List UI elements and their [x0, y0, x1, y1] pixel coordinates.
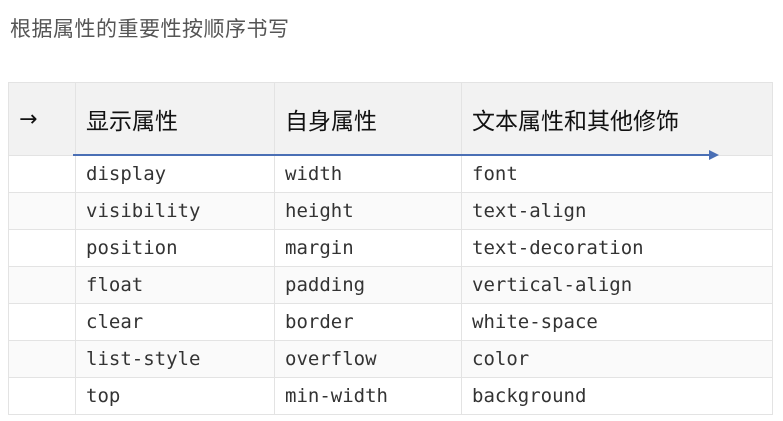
arrow-marker: →: [8, 82, 76, 156]
row-index-cell: [8, 377, 76, 415]
table-cell: text-align: [461, 192, 773, 230]
order-arrow-icon: [73, 150, 719, 160]
header-text-properties: 文本属性和其他修饰: [461, 82, 773, 156]
table-cell: clear: [75, 303, 275, 341]
header-self-properties: 自身属性: [274, 82, 462, 156]
table-row: position margin text-decoration: [8, 229, 773, 267]
table-cell: position: [75, 229, 275, 267]
table-header-row: → 显示属性 自身属性 文本属性和其他修饰: [8, 82, 773, 156]
table-cell: float: [75, 266, 275, 304]
table-row: list-style overflow color: [8, 340, 773, 378]
table-cell: top: [75, 377, 275, 415]
table-cell: visibility: [75, 192, 275, 230]
css-order-table: → 显示属性 自身属性 文本属性和其他修饰 display width font…: [8, 82, 773, 415]
table-cell: min-width: [274, 377, 462, 415]
table-cell: border: [274, 303, 462, 341]
row-index-cell: [8, 340, 76, 378]
row-index-cell: [8, 155, 76, 193]
table-cell: list-style: [75, 340, 275, 378]
table-cell: padding: [274, 266, 462, 304]
table-cell: height: [274, 192, 462, 230]
row-index-cell: [8, 229, 76, 267]
table-cell: text-decoration: [461, 229, 773, 267]
table-cell: color: [461, 340, 773, 378]
table-cell: white-space: [461, 303, 773, 341]
table-row: top min-width background: [8, 377, 773, 415]
row-index-cell: [8, 266, 76, 304]
table-row: float padding vertical-align: [8, 266, 773, 304]
row-index-cell: [8, 303, 76, 341]
table-row: visibility height text-align: [8, 192, 773, 230]
table-cell: vertical-align: [461, 266, 773, 304]
table-cell: margin: [274, 229, 462, 267]
header-display-properties: 显示属性: [75, 82, 275, 156]
table-cell: background: [461, 377, 773, 415]
table-row: clear border white-space: [8, 303, 773, 341]
row-index-cell: [8, 192, 76, 230]
page-title: 根据属性的重要性按顺序书写: [10, 17, 290, 41]
table-cell: overflow: [274, 340, 462, 378]
